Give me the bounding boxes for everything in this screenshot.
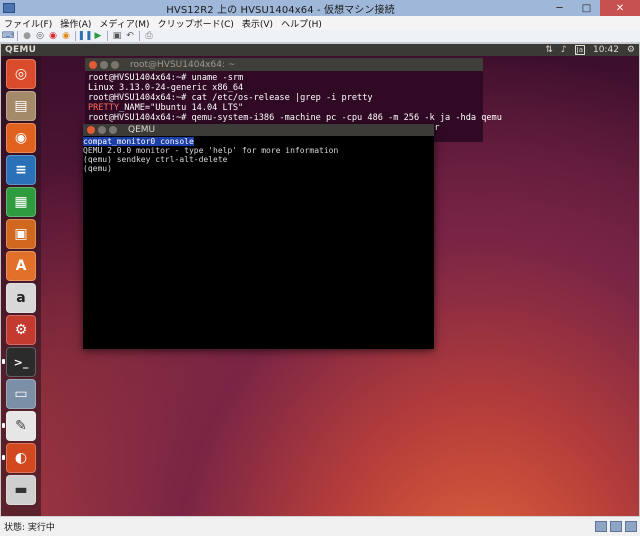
enhanced-session-icon[interactable]: ⎙: [144, 31, 154, 41]
menu-clipboard[interactable]: クリップボード(C): [154, 17, 238, 30]
qemu-monitor-console[interactable]: compat_monitor0 console QEMU 2.0.0 monito…: [83, 136, 434, 174]
close-icon[interactable]: [89, 60, 97, 69]
clock[interactable]: 10:42: [589, 45, 623, 55]
calc-icon[interactable]: ▦: [6, 187, 36, 217]
files-icon[interactable]: ▤: [6, 91, 36, 121]
minimize-icon[interactable]: [98, 126, 106, 134]
qemu-icon[interactable]: ◐: [6, 443, 36, 473]
terminal-title: root@HVSU1404x64: ~: [130, 59, 236, 70]
writer-icon[interactable]: ≡: [6, 155, 36, 185]
remote-desktop-icon[interactable]: ▭: [6, 379, 36, 409]
console-line: (qemu): [83, 164, 112, 173]
keyboard-status-icon: [595, 521, 607, 532]
toolbar-separator: [17, 31, 18, 41]
lock-status-icon: [625, 521, 637, 532]
toolbar: ⌨ ● ◎ ◉ ◉ ❚❚ ▶ ▣ ↶ ⎙: [0, 30, 640, 43]
window-title: HVS12R2 上の HVSU1404x64 - 仮想マシン接続: [166, 4, 395, 16]
menu-action[interactable]: 操作(A): [56, 17, 95, 30]
menu-bar: ファイル(F) 操作(A) メディア(M) クリップボード(C) 表示(V) ヘ…: [0, 16, 640, 30]
terminal-line: PRETTY_NAME="Ubuntu 14.04 LTS": [88, 103, 480, 113]
ctrl-alt-del-icon[interactable]: ⌨: [2, 31, 15, 41]
menu-help[interactable]: ヘルプ(H): [277, 17, 326, 30]
toolbar-separator: [107, 31, 108, 41]
console-line: QEMU 2.0.0 monitor - type 'help' for mor…: [83, 146, 339, 155]
terminal-line: root@HVSU1404x64:~# uname -srm: [88, 73, 244, 83]
qemu-window[interactable]: QEMU compat_monitor0 console QEMU 2.0.0 m…: [83, 124, 434, 349]
ubuntu-top-panel: QEMU ⇅ ♪ Ja 10:42 ⚙: [1, 44, 639, 56]
turn-off-icon[interactable]: ◎: [35, 31, 45, 41]
console-line: (qemu) sendkey ctrl-alt-delete: [83, 155, 228, 164]
running-indicator: [2, 359, 5, 364]
running-indicator: [2, 455, 5, 460]
status-bar: 状態: 実行中: [0, 516, 640, 536]
amazon-icon[interactable]: a: [6, 283, 36, 313]
maximize-icon[interactable]: [109, 126, 117, 134]
text-editor-icon[interactable]: ✎: [6, 411, 36, 441]
terminal-line-rest: _NAME="Ubuntu 14.04 LTS": [119, 103, 244, 113]
software-center-icon[interactable]: A: [6, 251, 36, 281]
firefox-icon[interactable]: ◉: [6, 123, 36, 153]
terminal-titlebar[interactable]: root@HVSU1404x64: ~: [85, 58, 483, 71]
floppy-icon[interactable]: ▬: [6, 475, 36, 505]
minimize-icon[interactable]: [100, 60, 108, 69]
menu-file[interactable]: ファイル(F): [0, 17, 56, 30]
power-icon[interactable]: ⚙: [623, 45, 639, 55]
qemu-title: QEMU: [128, 125, 156, 135]
grep-highlight: PRETTY: [88, 103, 120, 113]
monitor-tab[interactable]: compat_monitor0 console: [83, 137, 194, 146]
mouse-status-icon: [610, 521, 622, 532]
menu-media[interactable]: メディア(M): [95, 17, 153, 30]
running-indicator: [2, 423, 5, 428]
save-icon[interactable]: ◉: [61, 31, 71, 41]
close-button[interactable]: ✕: [600, 0, 640, 16]
pause-icon[interactable]: ❚❚: [77, 31, 92, 41]
terminal-line: root@HVSU1404x64:~# qemu-system-i386 -ma…: [88, 113, 502, 123]
revert-icon[interactable]: ↶: [125, 31, 135, 41]
ubuntu-dash-icon[interactable]: ◎: [6, 59, 36, 89]
terminal-line: Linux 3.13.0-24-generic x86_64: [88, 83, 244, 93]
menu-view[interactable]: 表示(V): [238, 17, 277, 30]
guest-screen[interactable]: QEMU ⇅ ♪ Ja 10:42 ⚙ ◎ ▤ ◉ ≡ ▦ ▣ A a ⚙ >_…: [1, 44, 639, 516]
maximize-icon[interactable]: [111, 60, 119, 69]
terminal-icon[interactable]: >_: [6, 347, 36, 377]
shutdown-icon[interactable]: ◉: [48, 31, 58, 41]
host-title-bar: HVS12R2 上の HVSU1404x64 - 仮想マシン接続 ─ □ ✕: [0, 0, 640, 16]
maximize-button[interactable]: □: [573, 0, 600, 16]
impress-icon[interactable]: ▣: [6, 219, 36, 249]
minimize-button[interactable]: ─: [546, 0, 573, 16]
vm-connection-app-icon: [3, 3, 15, 13]
qemu-titlebar[interactable]: QEMU: [83, 124, 434, 136]
sound-icon[interactable]: ♪: [557, 45, 571, 55]
vm-status: 状態: 実行中: [4, 523, 55, 533]
toolbar-separator: [139, 31, 140, 41]
toolbar-separator: [75, 31, 76, 41]
start-icon[interactable]: ●: [22, 31, 32, 41]
resume-icon[interactable]: ▶: [93, 31, 103, 41]
checkpoint-icon[interactable]: ▣: [112, 31, 122, 41]
close-icon[interactable]: [87, 126, 95, 134]
unity-launcher: ◎ ▤ ◉ ≡ ▦ ▣ A a ⚙ >_ ▭ ✎ ◐ ▬: [1, 56, 41, 516]
keyboard-indicator[interactable]: Ja: [571, 45, 589, 55]
settings-icon[interactable]: ⚙: [6, 315, 36, 345]
terminal-line: root@HVSU1404x64:~# cat /etc/os-release …: [88, 93, 373, 103]
network-icon[interactable]: ⇅: [541, 45, 557, 55]
active-app-name: QEMU: [5, 45, 37, 55]
